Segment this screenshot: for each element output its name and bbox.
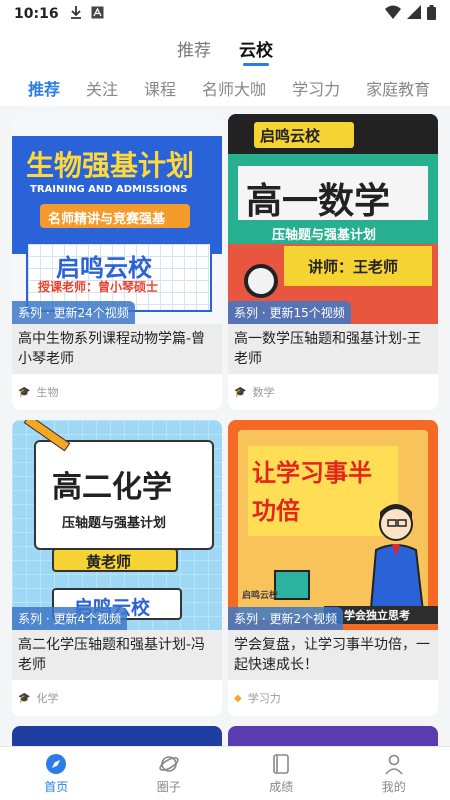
status-right [385, 4, 436, 24]
planet-icon [157, 752, 181, 776]
bottom-navigation: 首页 圈子 成绩 我的 [0, 746, 450, 800]
course-title: 高二化学压轴题和强基计划-冯老师 [12, 630, 222, 680]
compass-icon [44, 752, 68, 776]
cover-teacher: 授课老师：曾小琴硕士 [38, 280, 159, 294]
cover-headline: 高二化学 [52, 470, 172, 505]
next-card-peek[interactable] [12, 726, 222, 746]
course-card[interactable]: 高二化学 压轴题与强基计划 黄老师 启鸣云校 系列 · 更新4个视频 高二化学压… [12, 420, 222, 716]
cover-subline: TRAINING AND ADMISSIONS [30, 184, 188, 195]
course-card[interactable]: 启鸣云校 高一数学 压轴题与强基计划 讲师：王老师 系列 · 更新15个视频 高… [228, 114, 438, 410]
cover-strip-text: 学会独立思考 [344, 609, 410, 622]
nav-scores-label: 成绩 [269, 780, 294, 794]
book-icon [269, 752, 293, 776]
status-time: 10:16 [14, 6, 59, 22]
tab-recommend[interactable]: 推荐 [177, 36, 211, 66]
next-card-peek[interactable] [228, 726, 438, 746]
course-grid: 生物强基计划 TRAINING AND ADMISSIONS 名师精讲与竞赛强基… [12, 114, 438, 716]
course-subject: 学习力 [247, 692, 281, 705]
cover-teacher: 黄老师 [86, 553, 132, 571]
course-title: 高中生物系列课程动物学篇-曾小琴老师 [12, 324, 222, 374]
series-badge: 系列 · 更新2个视频 [228, 607, 344, 630]
compass-drawing-icon [244, 264, 278, 298]
category-courses[interactable]: 课程 [144, 76, 176, 100]
course-cover-image: 生物强基计划 TRAINING AND ADMISSIONS 名师精讲与竞赛强基… [12, 114, 222, 324]
course-meta: 🎓 化学 [12, 680, 222, 716]
graduation-cap-icon: 🎓 [18, 692, 31, 704]
graduation-cap-icon: 🎓 [234, 386, 247, 398]
nav-home-label: 首页 [44, 780, 69, 794]
nav-scores[interactable]: 成绩 [225, 747, 338, 800]
course-cover-image: 启鸣云校 高一数学 压轴题与强基计划 讲师：王老师 系列 · 更新15个视频 [228, 114, 438, 324]
cover-ribbon-text: 名师精讲与竞赛强基 [48, 212, 166, 227]
course-subject: 生物 [36, 386, 59, 399]
wifi-icon [385, 5, 401, 23]
course-subject: 化学 [36, 692, 59, 705]
graduation-cap-icon: 🎓 [18, 386, 31, 398]
course-cover-image: 让学习事半功倍 学会独立思考 启鸣云校 系列 · 更新2个视频 [228, 420, 438, 630]
gift-box-icon [274, 570, 310, 600]
cover-headline: 生物强基计划 [26, 149, 195, 182]
cover-headline: 高一数学 [246, 181, 391, 222]
course-card[interactable]: 让学习事半功倍 学会独立思考 启鸣云校 系列 · 更新2个视频 学会复盘，让学习… [228, 420, 438, 716]
nav-mine-label: 我的 [381, 780, 406, 794]
cover-sign: 启鸣云校 [242, 591, 279, 601]
tab-cloud-school[interactable]: 云校 [239, 36, 273, 66]
student-illustration [368, 504, 426, 620]
cover-teacher: 讲师：王老师 [308, 258, 399, 276]
signal-icon [407, 5, 421, 23]
category-famous-teachers[interactable]: 名师大咖 [202, 76, 266, 100]
series-badge: 系列 · 更新24个视频 [12, 301, 135, 324]
series-badge: 系列 · 更新15个视频 [228, 301, 351, 324]
nav-circle[interactable]: 圈子 [113, 747, 226, 800]
course-title: 高一数学压轴题和强基计划-王老师 [228, 324, 438, 374]
nav-circle-label: 圈子 [156, 780, 181, 794]
course-cover-image: 高二化学 压轴题与强基计划 黄老师 启鸣云校 系列 · 更新4个视频 [12, 420, 222, 630]
course-card[interactable]: 生物强基计划 TRAINING AND ADMISSIONS 名师精讲与竞赛强基… [12, 114, 222, 410]
category-family-education[interactable]: 家庭教育 [366, 76, 430, 100]
cover-tag-text: 启鸣云校 [260, 127, 321, 145]
app-screen: 10:16 推荐 云校 ✦✦推荐 关注 课程 名师大 [0, 0, 450, 800]
app-notification-icon [91, 6, 104, 23]
learning-badge-icon: ◆ [234, 692, 242, 704]
cover-subline: 压轴题与强基计划 [272, 228, 377, 243]
series-badge: 系列 · 更新4个视频 [12, 607, 128, 630]
category-label: 推荐 [28, 80, 61, 99]
course-meta: 🎓 生物 [12, 374, 222, 410]
status-bar: 10:16 [0, 0, 450, 28]
header: 推荐 云校 ✦✦ 推荐 关注 课程 名师大咖 学习力 家庭教育 [0, 28, 450, 106]
course-title: 学会复盘，让学习事半功倍，一起快速成长！ [228, 630, 438, 680]
course-meta: 🎓 数学 [228, 374, 438, 410]
person-icon [382, 752, 406, 776]
category-recommend[interactable]: ✦✦ 推荐 [28, 72, 61, 100]
nav-home[interactable]: 首页 [0, 747, 113, 800]
cover-subline: 压轴题与强基计划 [62, 516, 167, 531]
battery-icon [427, 4, 436, 24]
download-icon [69, 5, 83, 23]
top-tabs: 推荐 云校 [0, 36, 450, 66]
category-follow[interactable]: 关注 [86, 76, 118, 100]
category-learning-ability[interactable]: 学习力 [292, 76, 340, 100]
course-subject: 数学 [252, 386, 275, 399]
nav-mine[interactable]: 我的 [338, 747, 450, 800]
category-tabs: ✦✦ 推荐 关注 课程 名师大咖 学习力 家庭教育 [0, 72, 450, 104]
sparkle-icon: ✦✦ [30, 72, 47, 75]
course-meta: ◆ 学习力 [228, 680, 438, 716]
